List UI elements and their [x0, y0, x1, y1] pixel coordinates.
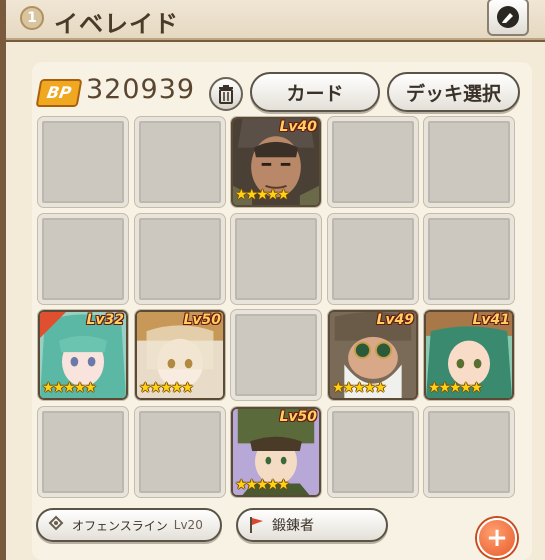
unit-stars: ★★★★★: [235, 187, 290, 203]
empty-slot[interactable]: [37, 116, 129, 208]
unit-slot[interactable]: Lv50 ★★★★★: [230, 406, 322, 498]
header-bar: 1 イベレイド: [6, 0, 545, 40]
empty-slot[interactable]: [327, 213, 419, 305]
unit-level: Lv40: [279, 119, 317, 135]
edit-name-button[interactable]: [487, 0, 529, 36]
empty-slot[interactable]: [327, 116, 419, 208]
empty-slot[interactable]: [327, 406, 419, 498]
unit-stars: ★★★★★: [428, 380, 483, 396]
unit-level: Lv50: [279, 409, 317, 425]
empty-slot[interactable]: [37, 213, 129, 305]
unit-level: Lv41: [472, 312, 510, 328]
page-title: イベレイド: [54, 10, 179, 38]
unit-stars: ★★★★★: [332, 380, 387, 396]
pencil-icon: [497, 6, 519, 28]
empty-slot[interactable]: [134, 406, 226, 498]
empty-slot[interactable]: [423, 406, 515, 498]
empty-slot[interactable]: [423, 213, 515, 305]
unit-slot[interactable]: Lv49 ★★★★★: [327, 309, 419, 401]
flag-icon: [250, 517, 263, 533]
unit-level: Lv49: [376, 312, 414, 328]
empty-slot[interactable]: [230, 309, 322, 401]
deck-select-button[interactable]: デッキ選択: [387, 72, 520, 112]
leader-flag-icon: [40, 312, 66, 338]
role-label: 鍛錬者: [272, 518, 314, 534]
empty-slot[interactable]: [134, 213, 226, 305]
unit-slot[interactable]: Lv40 ★★★★★: [230, 116, 322, 208]
unit-slot[interactable]: Lv32 ★★★★★: [37, 309, 129, 401]
unit-stars: ★★★★★: [139, 380, 194, 396]
unit-level: Lv32: [86, 312, 124, 328]
bp-value: 320939: [86, 74, 196, 105]
unit-stars: ★★★★★: [42, 380, 97, 396]
screen-frame: 1 イベレイド BP 320939 カード デッキ選択 Lv40 ★★★★★ L…: [0, 0, 545, 560]
formation-icon: [48, 515, 64, 531]
empty-slot[interactable]: [134, 116, 226, 208]
formation-level: Lv20: [173, 518, 203, 532]
deck-number-badge: 1: [20, 6, 44, 30]
unit-stars: ★★★★★: [235, 477, 290, 493]
formation-button[interactable]: オフェンスライン Lv20: [36, 508, 222, 542]
unit-level: Lv50: [183, 312, 221, 328]
trash-icon: [219, 85, 233, 104]
bp-badge-icon: BP: [35, 79, 83, 107]
empty-slot[interactable]: [423, 116, 515, 208]
role-button[interactable]: 鍛錬者: [236, 508, 388, 542]
empty-slot[interactable]: [230, 213, 322, 305]
empty-slot[interactable]: [37, 406, 129, 498]
trash-button[interactable]: [209, 77, 243, 111]
add-button[interactable]: [477, 518, 517, 558]
unit-slot[interactable]: Lv41 ★★★★★: [423, 309, 515, 401]
card-button[interactable]: カード: [250, 72, 380, 112]
unit-slot[interactable]: Lv50 ★★★★★: [134, 309, 226, 401]
formation-label: オフェンスライン: [72, 518, 168, 533]
